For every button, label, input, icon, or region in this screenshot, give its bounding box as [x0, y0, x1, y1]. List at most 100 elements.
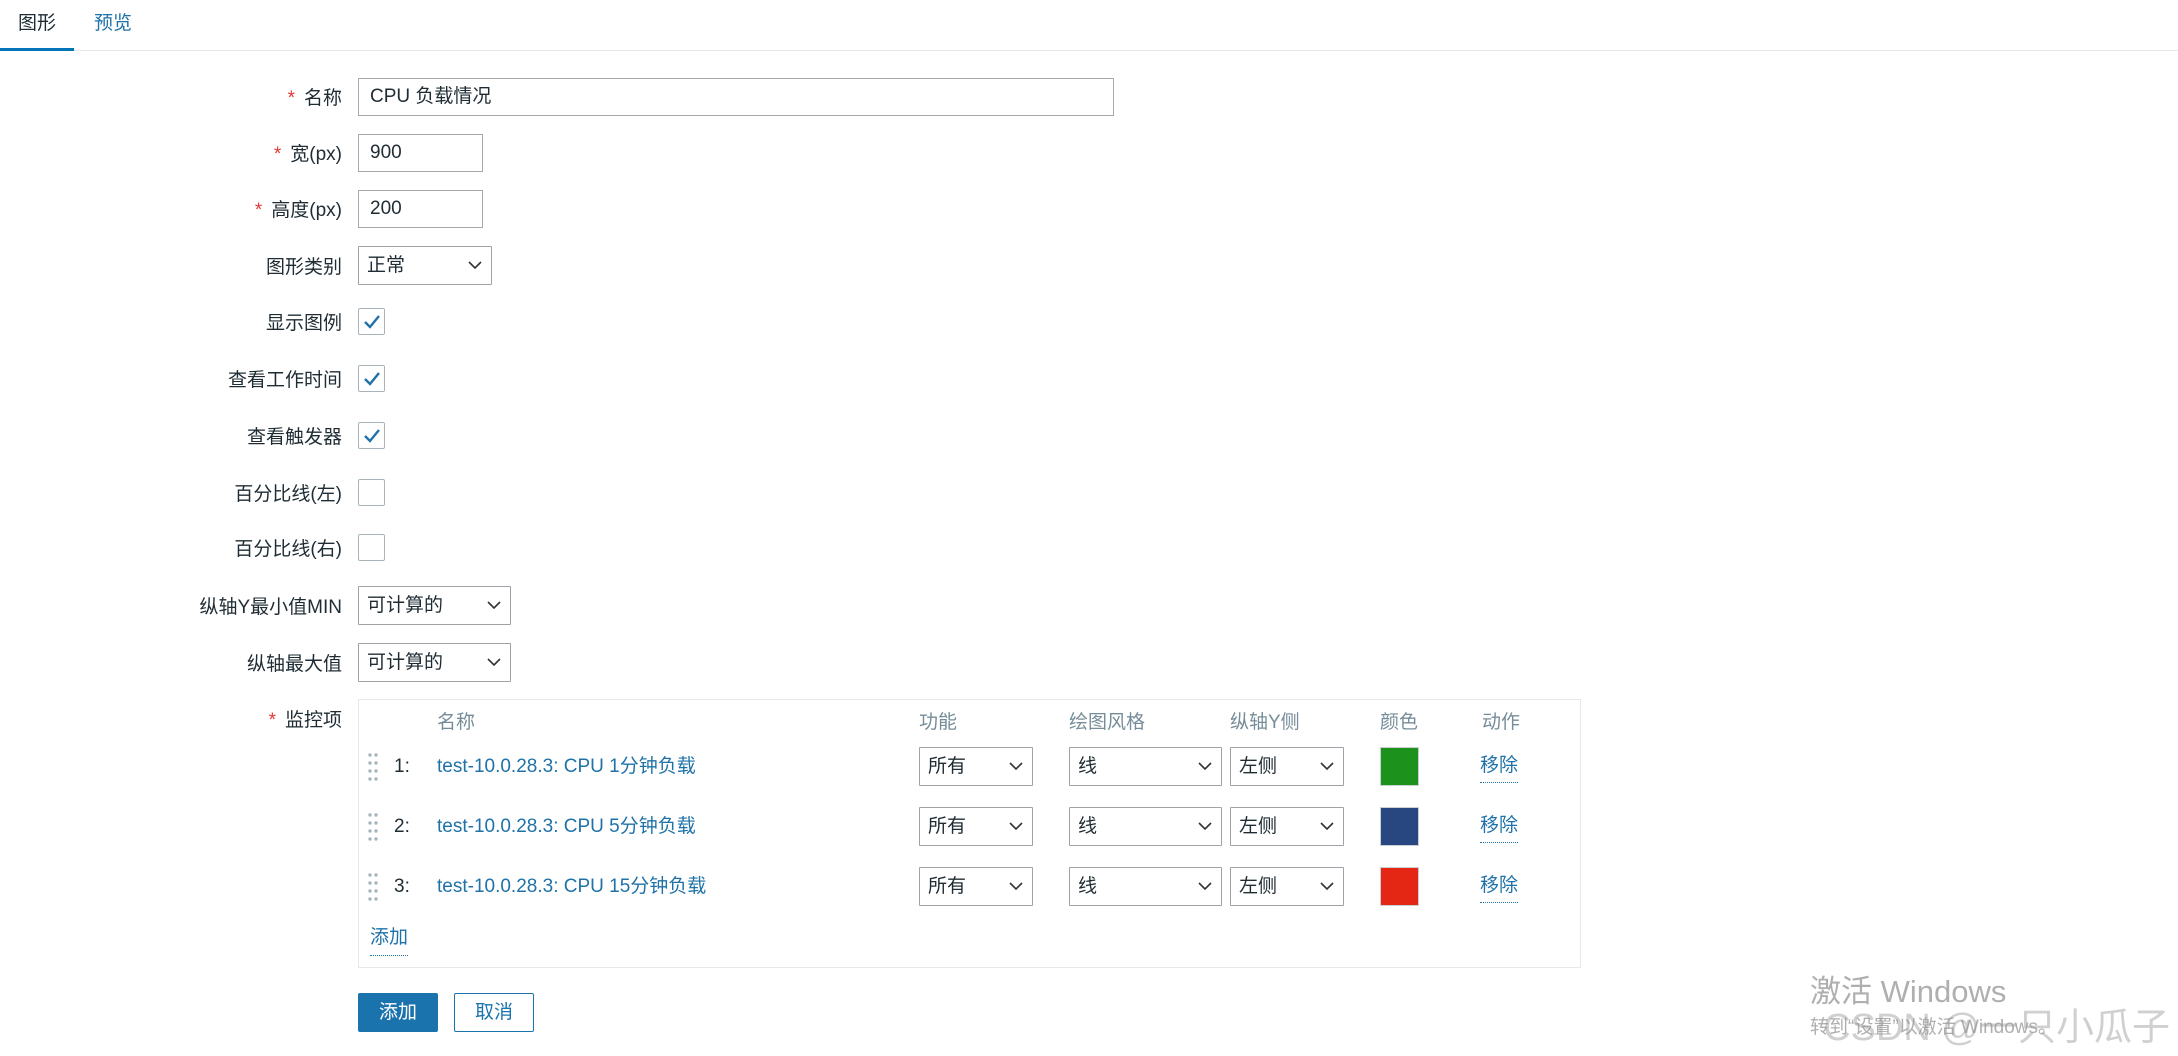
ymax-select[interactable]: 可计算的	[358, 643, 511, 682]
column-header-draw-style: 绘图风格	[1069, 712, 1146, 733]
drag-handle-icon[interactable]	[367, 812, 379, 842]
percent-right-label: 百分比线(右)	[234, 539, 342, 560]
percent-right-checkbox[interactable]	[358, 534, 385, 561]
item-draw-style-value: 线	[1078, 876, 1098, 897]
graph-type-select[interactable]: 正常	[358, 246, 492, 285]
show-legend-label: 显示图例	[265, 313, 342, 334]
name-label: * 名称	[0, 83, 342, 110]
form-row-percent-left: 百分比线(左)	[0, 473, 385, 512]
chevron-down-icon	[1009, 882, 1023, 891]
cancel-button[interactable]: 取消	[454, 993, 534, 1032]
item-remove-link[interactable]: 移除	[1480, 867, 1519, 903]
chevron-down-icon	[487, 601, 501, 610]
item-draw-style-select[interactable]: 线	[1069, 807, 1222, 846]
percent-left-checkbox[interactable]	[358, 479, 385, 506]
item-y-axis-side-select[interactable]: 左侧	[1230, 867, 1344, 906]
add-item-link[interactable]: 添加	[370, 922, 409, 956]
item-y-axis-side-value: 左侧	[1239, 876, 1278, 897]
name-label-text: 名称	[303, 88, 342, 109]
chevron-down-icon	[1009, 822, 1023, 831]
height-input[interactable]: 200	[358, 189, 483, 228]
table-row: 3: test-10.0.28.3: CPU 15分钟负载 所有 线 左侧 移除	[359, 867, 1580, 906]
check-icon	[364, 315, 380, 329]
table-row: 1: test-10.0.28.3: CPU 1分钟负载 所有 线 左侧 移除	[359, 747, 1580, 786]
items-table: 名称 功能 绘图风格 纵轴Y侧 颜色 动作 1: test-10.0.28.3:…	[358, 699, 1581, 968]
item-function-select[interactable]: 所有	[919, 867, 1033, 906]
ymax-value: 可计算的	[367, 652, 444, 673]
chevron-down-icon	[1198, 882, 1212, 891]
drag-handle-icon[interactable]	[367, 752, 379, 782]
ymin-label: 纵轴Y最小值MIN	[199, 597, 342, 618]
item-name-link[interactable]: test-10.0.28.3: CPU 15分钟负载	[437, 867, 706, 906]
show-work-period-label: 查看工作时间	[227, 370, 342, 391]
form-row-width: * 宽(px) 900	[0, 133, 483, 172]
item-y-axis-side-value: 左侧	[1239, 816, 1278, 837]
form-row-show-work-period: 查看工作时间	[0, 359, 385, 398]
width-label: * 宽(px)	[0, 139, 342, 166]
ymin-value: 可计算的	[367, 595, 444, 616]
height-label-text: 高度(px)	[271, 200, 342, 221]
items-table-header: 名称 功能 绘图风格 纵轴Y侧 颜色 动作	[359, 707, 1580, 739]
required-mark: *	[268, 710, 276, 731]
table-row: 2: test-10.0.28.3: CPU 5分钟负载 所有 线 左侧 移除	[359, 807, 1580, 846]
item-color-swatch[interactable]	[1380, 747, 1419, 786]
graph-type-value: 正常	[367, 255, 406, 276]
item-draw-style-select[interactable]: 线	[1069, 747, 1222, 786]
column-header-function: 功能	[919, 712, 958, 733]
chevron-down-icon	[1198, 762, 1212, 771]
show-triggers-checkbox[interactable]	[358, 422, 385, 449]
item-number: 2:	[394, 816, 410, 837]
item-number: 1:	[394, 756, 410, 777]
form-row-ymin: 纵轴Y最小值MIN 可计算的	[0, 586, 511, 625]
show-legend-checkbox[interactable]	[358, 308, 385, 335]
form-row-height: * 高度(px) 200	[0, 189, 483, 228]
required-mark: *	[273, 144, 282, 165]
item-draw-style-select[interactable]: 线	[1069, 867, 1222, 906]
items-label: * 监控项	[0, 705, 342, 732]
item-remove-link[interactable]: 移除	[1480, 807, 1519, 843]
item-draw-style-value: 线	[1078, 816, 1098, 837]
item-remove-link[interactable]: 移除	[1480, 747, 1519, 783]
chevron-down-icon	[1198, 822, 1212, 831]
form-row-show-triggers: 查看触发器	[0, 416, 385, 455]
item-color-swatch[interactable]	[1380, 807, 1419, 846]
csdn-watermark: CSDN @一只小瓜子	[1823, 1007, 2170, 1049]
show-work-period-checkbox[interactable]	[358, 365, 385, 392]
graph-type-label: 图形类别	[265, 257, 342, 278]
item-name-link[interactable]: test-10.0.28.3: CPU 1分钟负载	[437, 747, 696, 786]
form-row-show-legend: 显示图例	[0, 302, 385, 341]
height-label: * 高度(px)	[0, 195, 342, 222]
name-input[interactable]: CPU 负载情况	[358, 77, 1114, 116]
chevron-down-icon	[1009, 762, 1023, 771]
column-header-color: 颜色	[1380, 712, 1419, 733]
item-y-axis-side-select[interactable]: 左侧	[1230, 807, 1344, 846]
item-function-select[interactable]: 所有	[919, 747, 1033, 786]
show-triggers-label: 查看触发器	[246, 427, 342, 448]
form-row-items: * 监控项	[0, 699, 342, 738]
chevron-down-icon	[468, 261, 482, 270]
item-color-swatch[interactable]	[1380, 867, 1419, 906]
form-row-percent-right: 百分比线(右)	[0, 528, 385, 567]
add-button[interactable]: 添加	[358, 993, 438, 1032]
chevron-down-icon	[1320, 882, 1334, 891]
form-row-ymax: 纵轴最大值 可计算的	[0, 643, 511, 682]
item-function-select[interactable]: 所有	[919, 807, 1033, 846]
percent-left-label: 百分比线(左)	[234, 484, 342, 505]
tab-preview[interactable]: 预览	[78, 0, 148, 51]
form-row-name: * 名称 CPU 负载情况	[0, 77, 1114, 116]
items-label-text: 监控项	[284, 710, 342, 731]
chevron-down-icon	[1320, 762, 1334, 771]
width-label-text: 宽(px)	[290, 144, 342, 165]
chevron-down-icon	[1320, 822, 1334, 831]
item-y-axis-side-select[interactable]: 左侧	[1230, 747, 1344, 786]
required-mark: *	[254, 200, 263, 221]
column-header-action: 动作	[1482, 712, 1521, 733]
drag-handle-icon[interactable]	[367, 872, 379, 902]
required-mark: *	[287, 88, 295, 109]
width-input[interactable]: 900	[358, 133, 483, 172]
check-icon	[364, 429, 380, 443]
ymin-select[interactable]: 可计算的	[358, 586, 511, 625]
item-name-link[interactable]: test-10.0.28.3: CPU 5分钟负载	[437, 807, 696, 846]
tab-graph[interactable]: 图形	[0, 0, 74, 51]
ymax-label: 纵轴最大值	[246, 654, 342, 675]
